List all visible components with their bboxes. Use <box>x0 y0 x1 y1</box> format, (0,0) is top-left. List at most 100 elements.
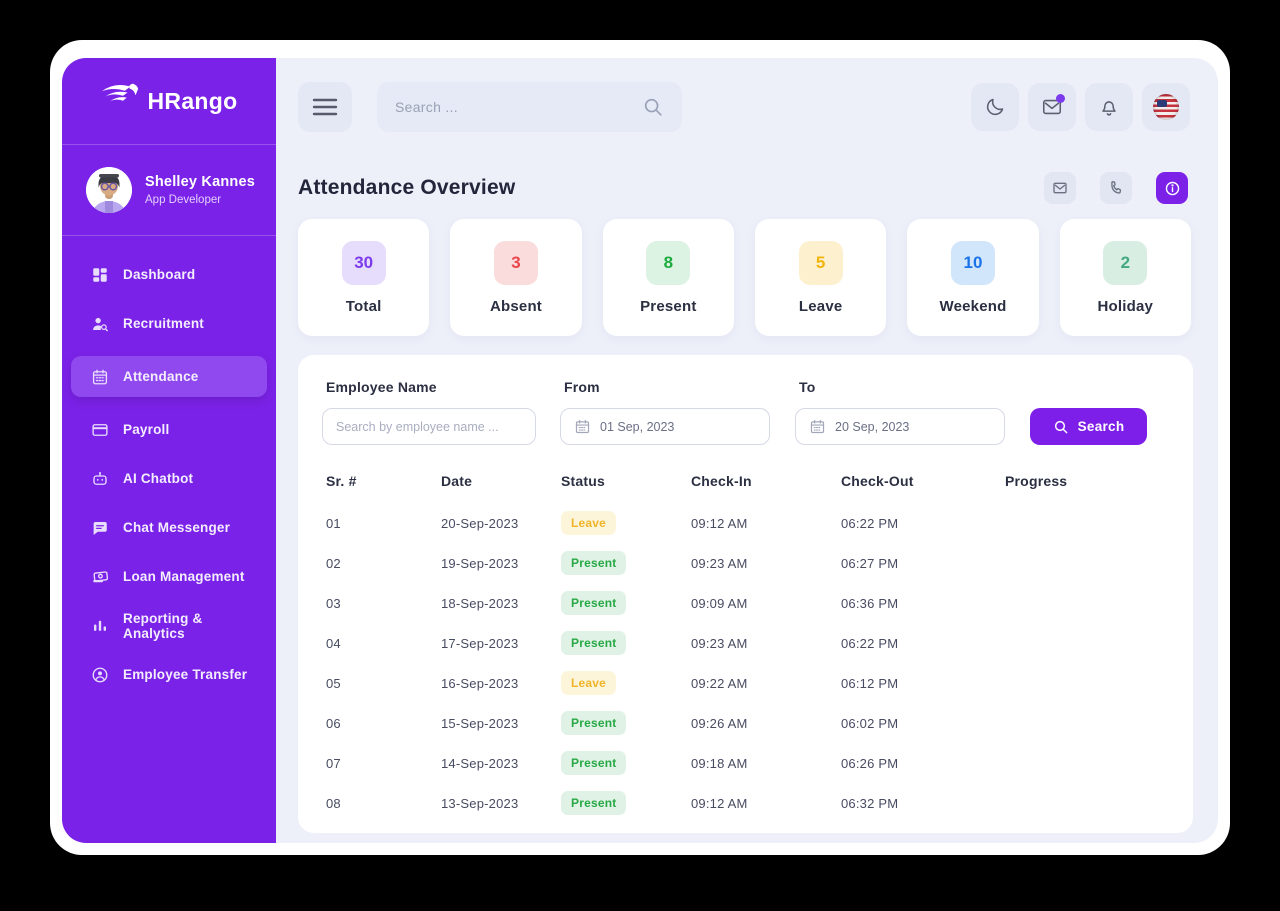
stat-label: Total <box>345 297 382 315</box>
cell-sr: 05 <box>326 675 341 691</box>
attendance-table: Sr. # Date Status Check-In Check-Out Pro… <box>298 459 1193 823</box>
sidebar-item-reporting-analytics[interactable]: Reporting & Analytics <box>71 601 267 650</box>
email-action-button[interactable] <box>1044 172 1076 204</box>
status-badge: Leave <box>561 511 617 535</box>
sidebar-item-employee-transfer[interactable]: Employee Transfer <box>71 650 267 699</box>
cell-check-out: 06:02 PM <box>841 715 899 731</box>
cell-status: Present <box>561 791 691 815</box>
stat-card-weekend: 10 Weekend <box>907 219 1039 336</box>
search-input[interactable] <box>395 99 632 115</box>
call-action-button[interactable] <box>1100 172 1132 204</box>
info-action-button[interactable] <box>1156 172 1188 204</box>
page-title: Attendance Overview <box>298 176 516 199</box>
us-flag-icon <box>1153 94 1179 120</box>
from-date-label: From <box>564 379 600 395</box>
person-circle-icon <box>91 666 109 684</box>
sidebar-item-payroll[interactable]: Payroll <box>71 405 267 454</box>
cell-status: Present <box>561 551 691 575</box>
cell-check-in: 09:26 AM <box>691 715 748 731</box>
sidebar-nav: Dashboard Recruitment Attendance Payroll AI … <box>62 236 276 699</box>
stat-label: Weekend <box>939 297 1007 315</box>
stat-label: Leave <box>798 297 843 315</box>
cell-date: 15-Sep-2023 <box>441 715 519 731</box>
sidebar-item-label: Employee Transfer <box>123 667 248 682</box>
employee-name-input[interactable] <box>336 419 522 434</box>
cell-sr: 03 <box>326 595 341 611</box>
cell-status: Leave <box>561 511 691 535</box>
sidebar-item-label: AI Chatbot <box>123 471 194 486</box>
status-badge: Present <box>561 751 627 775</box>
cell-status: Present <box>561 751 691 775</box>
status-badge: Present <box>561 791 627 815</box>
language-selector-button[interactable] <box>1142 83 1190 131</box>
app-title: HRango <box>147 87 238 114</box>
status-badge: Present <box>561 711 627 735</box>
cell-status: Present <box>561 631 691 655</box>
search-button[interactable]: Search <box>1030 408 1147 445</box>
topbar <box>298 82 1190 132</box>
search-icon <box>1053 419 1069 435</box>
table-row: 04 17-Sep-2023 Present 09:23 AM 06:22 PM <box>298 623 1193 663</box>
dashboard-icon <box>91 266 109 284</box>
to-date-value: 20 Sep, 2023 <box>835 419 910 434</box>
stat-value: 3 <box>493 240 538 285</box>
robot-icon <box>91 470 109 488</box>
phone-icon <box>1108 180 1124 196</box>
sidebar: HRango Shelley Kannes App Developer Dash… <box>62 58 276 843</box>
search-icon <box>642 96 664 118</box>
sidebar-item-ai-chatbot[interactable]: AI Chatbot <box>71 454 267 503</box>
column-header-date: Date <box>441 473 473 489</box>
stat-card-absent: 3 Absent <box>450 219 582 336</box>
sidebar-item-label: Reporting & Analytics <box>123 610 203 641</box>
status-badge: Present <box>561 591 627 615</box>
sidebar-item-loan-management[interactable]: Loan Management <box>71 552 267 601</box>
column-header-sr: Sr. # <box>326 473 357 489</box>
main-area: Attendance Overview <box>276 58 1218 843</box>
messages-button[interactable] <box>1028 83 1076 131</box>
user-name: Shelley Kannes <box>145 174 255 190</box>
search-button-label: Search <box>1077 419 1125 434</box>
from-date-field[interactable]: 01 Sep, 2023 <box>560 408 770 445</box>
cell-sr: 04 <box>326 635 341 651</box>
cell-sr: 02 <box>326 555 341 571</box>
stat-value: 5 <box>798 240 843 285</box>
notifications-button[interactable] <box>1085 83 1133 131</box>
stat-card-leave: 5 Leave <box>754 219 887 336</box>
app-logo: HRango <box>62 58 276 144</box>
cell-check-in: 09:23 AM <box>691 555 748 571</box>
column-header-checkout: Check-Out <box>841 473 914 489</box>
sidebar-item-dashboard[interactable]: Dashboard <box>71 250 267 299</box>
sidebar-item-attendance[interactable]: Attendance <box>71 356 267 397</box>
avatar <box>86 167 132 213</box>
employee-name-label: Employee Name <box>326 379 437 395</box>
global-search[interactable] <box>377 82 682 132</box>
cell-sr: 01 <box>326 515 341 531</box>
cell-sr: 08 <box>326 795 341 811</box>
bell-icon <box>1098 96 1120 118</box>
to-date-label: To <box>799 379 816 395</box>
loan-cash-icon <box>91 568 109 586</box>
sidebar-item-label: Attendance <box>123 369 199 384</box>
stat-label: Holiday <box>1097 297 1154 315</box>
cell-check-out: 06:27 PM <box>841 555 899 571</box>
sidebar-item-label: Loan Management <box>123 569 245 584</box>
topbar-actions <box>971 83 1190 131</box>
cell-date: 19-Sep-2023 <box>441 555 519 571</box>
dark-mode-button[interactable] <box>971 83 1019 131</box>
sidebar-item-chat-messenger[interactable]: Chat Messenger <box>71 503 267 552</box>
employee-name-field[interactable] <box>322 408 536 445</box>
user-profile[interactable]: Shelley Kannes App Developer <box>62 145 276 235</box>
to-date-field[interactable]: 20 Sep, 2023 <box>795 408 1005 445</box>
header-actions <box>1044 172 1188 204</box>
cell-status: Present <box>561 711 691 735</box>
payroll-card-icon <box>91 421 109 439</box>
column-header-progress: Progress <box>1005 473 1068 489</box>
stat-value: 30 <box>341 240 386 285</box>
bar-chart-icon <box>91 617 109 635</box>
menu-toggle-button[interactable] <box>298 82 352 132</box>
moon-icon <box>984 96 1006 118</box>
stat-value: 8 <box>646 240 691 285</box>
table-body: 01 20-Sep-2023 Leave 09:12 AM 06:22 PM 02 19-S… <box>298 503 1193 823</box>
sidebar-item-recruitment[interactable]: Recruitment <box>71 299 267 348</box>
cell-date: 13-Sep-2023 <box>441 795 519 811</box>
